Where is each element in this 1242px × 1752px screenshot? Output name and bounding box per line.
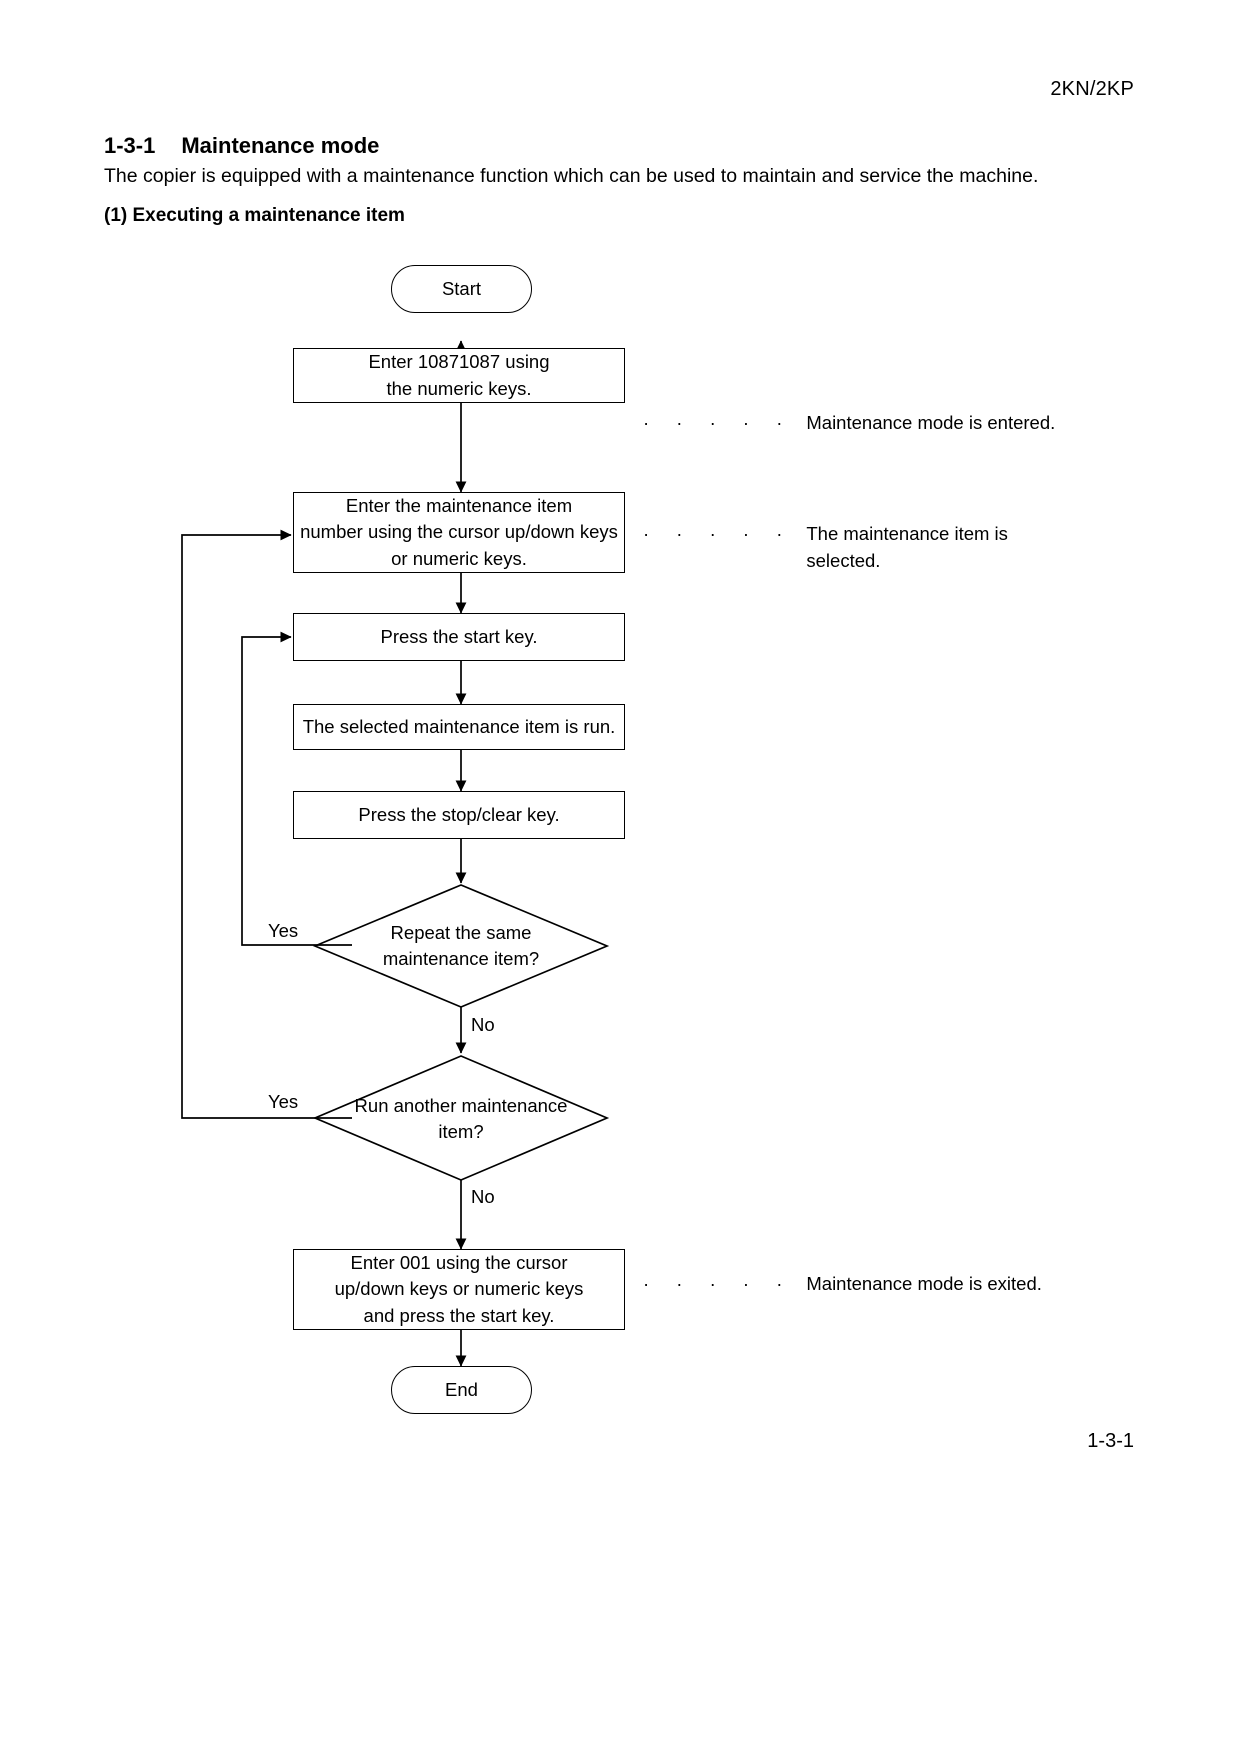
flow-node-line: or numeric keys. (391, 547, 527, 569)
leader-dots: · · · · · (643, 1273, 794, 1294)
flow-node-line: Enter the maintenance item (345, 495, 573, 517)
annotation-mode-entered: · · · · · Maintenance mode is entered. (643, 410, 1055, 437)
flow-node-line: item? (438, 1121, 484, 1142)
annotation-mode-exited: · · · · · Maintenance mode is exited. (643, 1271, 1042, 1298)
leader-dots: · · · · · (643, 523, 794, 544)
flow-node-line: maintenance item? (382, 948, 540, 969)
document-page: 2KN/2KP 1-3-1 Maintenance mode The copier… (0, 0, 1242, 1752)
flow-node-line: Enter 001 using the cursor (350, 1252, 568, 1274)
flow-node-repeat-same: Repeat the same maintenance item? (331, 916, 591, 976)
flow-node-enter-001: Enter 001 using the cursor up/down keys … (293, 1249, 625, 1330)
flow-node-line: Repeat the same (390, 921, 532, 943)
flow-node-item-run: The selected maintenance item is run. (293, 704, 625, 750)
annotation-text: Maintenance mode is exited. (806, 1271, 1042, 1298)
annotation-text: The maintenance item is selected. (806, 521, 1008, 575)
flow-node-press-start: Press the start key. (293, 613, 625, 661)
annotation-text: Maintenance mode is entered. (806, 410, 1055, 437)
annotation-line: The maintenance item is (806, 523, 1008, 544)
flow-node-start: Start (391, 265, 532, 313)
flow-node-line: Enter 10871087 using (368, 351, 550, 373)
branch-label-run-another-no: No (471, 1186, 495, 1207)
branch-label-repeat-same-no: No (471, 1014, 495, 1035)
annotation-line: Maintenance mode is entered. (806, 412, 1056, 433)
flow-node-line: the numeric keys. (386, 377, 532, 399)
branch-label-repeat-same-yes: Yes (268, 920, 299, 941)
annotation-item-selected: · · · · · The maintenance item is select… (643, 521, 1008, 575)
flow-node-line: up/down keys or numeric keys (334, 1278, 584, 1300)
branch-label-run-another-yes: Yes (268, 1091, 299, 1112)
annotation-line: Maintenance mode is exited. (806, 1273, 1042, 1294)
flowchart-connectors (181, 340, 610, 1367)
flow-node-line: Run another maintenance (354, 1094, 568, 1116)
flow-node-end: End (391, 1366, 532, 1414)
page-number: 1-3-1 (1087, 1430, 1134, 1452)
flow-node-run-another: Run another maintenance item? (331, 1089, 591, 1149)
flow-node-press-stop: Press the stop/clear key. (293, 791, 625, 839)
flow-node-enter-code: Enter 10871087 using the numeric keys. (293, 348, 625, 403)
flow-node-line: number using the cursor up/down keys (300, 521, 618, 543)
flow-node-start-label: Start (441, 277, 482, 299)
flow-node-line: Press the stop/clear key. (358, 803, 560, 825)
flow-node-enter-item: Enter the maintenance item number using … (293, 492, 625, 573)
annotation-line: selected. (806, 549, 881, 571)
flow-node-line: and press the start key. (363, 1304, 555, 1326)
flow-node-end-label: End (445, 1378, 478, 1400)
flow-node-line: The selected maintenance item is run. (302, 715, 616, 737)
flow-node-line: Press the start key. (380, 625, 538, 647)
leader-dots: · · · · · (643, 412, 794, 433)
